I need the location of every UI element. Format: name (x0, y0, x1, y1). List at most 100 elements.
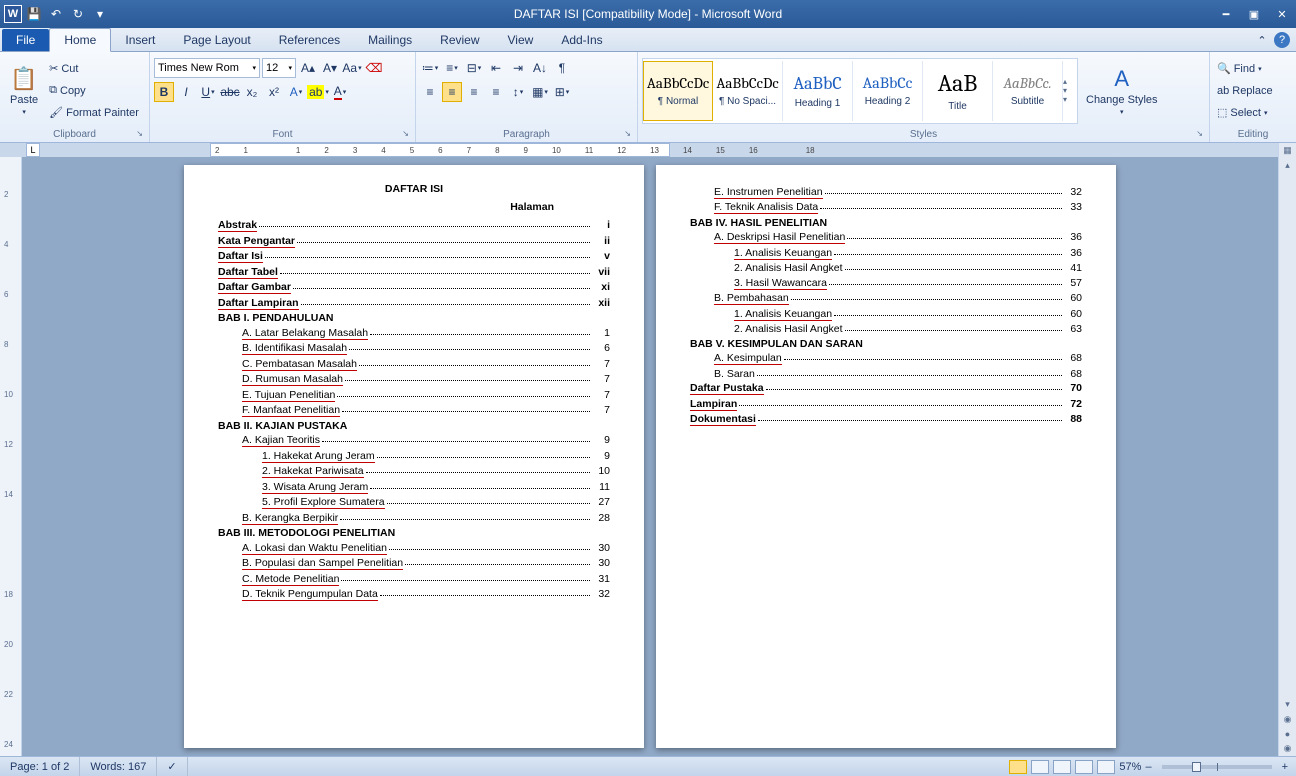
underline-button[interactable]: U▾ (198, 82, 218, 102)
tab-selector[interactable]: L (26, 143, 40, 157)
toc-row[interactable]: 1. Hakekat Arung Jeram9 (218, 450, 610, 463)
scroll-down-icon[interactable]: ▾ (1285, 697, 1290, 712)
tab-mailings[interactable]: Mailings (354, 29, 426, 51)
highlight-button[interactable]: ab▾ (308, 82, 328, 102)
toc-row[interactable]: Lampiran72 (690, 398, 1082, 411)
grow-font-button[interactable]: A▴ (298, 58, 318, 78)
document-area[interactable]: DAFTAR ISI Halaman AbstrakiKata Penganta… (22, 157, 1278, 756)
save-icon[interactable]: 💾 (24, 4, 44, 24)
browse-object-icon[interactable]: ● (1285, 727, 1290, 741)
toc-row[interactable]: A. Latar Belakang Masalah1 (218, 327, 610, 340)
clear-format-button[interactable]: ⌫ (364, 58, 384, 78)
toc-row[interactable]: B. Populasi dan Sampel Penelitian30 (218, 557, 610, 570)
italic-button[interactable]: I (176, 82, 196, 102)
copy-button[interactable]: ⧉Copy (46, 81, 142, 101)
toc-row[interactable]: BAB III. METODOLOGI PENELITIAN (218, 527, 610, 539)
paste-button[interactable]: 📋Paste▾ (4, 64, 44, 118)
toc-row[interactable]: 5. Profil Explore Sumatera27 (218, 496, 610, 509)
format-painter-button[interactable]: 🖌Format Painter (46, 103, 142, 123)
styles-more-icon[interactable]: ▾ (1063, 95, 1077, 104)
bold-button[interactable]: B (154, 82, 174, 102)
toc-row[interactable]: C. Pembatasan Masalah7 (218, 358, 610, 371)
styles-dialog-icon[interactable]: ↘ (1196, 129, 1203, 138)
zoom-level[interactable]: 57% (1119, 761, 1141, 773)
line-spacing-button[interactable]: ↕▾ (508, 82, 528, 102)
toc-row[interactable]: B. Kerangka Berpikir28 (218, 512, 610, 525)
sort-button[interactable]: A↓ (530, 58, 550, 78)
find-button[interactable]: 🔍Find▾ (1214, 59, 1276, 79)
toc-row[interactable]: Dokumentasi88 (690, 413, 1082, 426)
toc-row[interactable]: B. Pembahasan60 (690, 292, 1082, 305)
font-name-input[interactable]: Times New Rom▾ (154, 58, 260, 78)
vertical-ruler[interactable]: 246810121418202224 (0, 157, 22, 756)
decrease-indent-button[interactable]: ⇤ (486, 58, 506, 78)
align-left-button[interactable]: ≡ (420, 82, 440, 102)
align-right-button[interactable]: ≡ (464, 82, 484, 102)
print-layout-view[interactable] (1009, 760, 1027, 774)
style-no-spacing[interactable]: AaBbCcDc¶ No Spaci... (713, 61, 783, 121)
clipboard-dialog-icon[interactable]: ↘ (136, 129, 143, 138)
font-dialog-icon[interactable]: ↘ (402, 129, 409, 138)
page-1[interactable]: DAFTAR ISI Halaman AbstrakiKata Penganta… (184, 165, 644, 748)
toc-row[interactable]: B. Identifikasi Masalah6 (218, 342, 610, 355)
show-marks-button[interactable]: ¶ (552, 58, 572, 78)
toc-row[interactable]: A. Kesimpulan68 (690, 352, 1082, 365)
page-2[interactable]: E. Instrumen Penelitian32F. Teknik Anali… (656, 165, 1116, 748)
status-words[interactable]: Words: 167 (80, 757, 157, 776)
undo-icon[interactable]: ↶ (46, 4, 66, 24)
toc-row[interactable]: F. Manfaat Penelitian7 (218, 404, 610, 417)
font-size-input[interactable]: 12▾ (262, 58, 296, 78)
full-screen-view[interactable] (1031, 760, 1049, 774)
next-page-icon[interactable]: ◉ (1284, 741, 1292, 756)
zoom-out-button[interactable]: – (1145, 761, 1151, 773)
toc-row[interactable]: 1. Analisis Keuangan36 (690, 247, 1082, 260)
style-heading2[interactable]: AaBbCcHeading 2 (853, 61, 923, 121)
toc-row[interactable]: Daftar Lampiranxii (218, 297, 610, 310)
tab-file[interactable]: File (2, 29, 49, 51)
prev-page-icon[interactable]: ◉ (1284, 712, 1292, 727)
cut-button[interactable]: ✂Cut (46, 59, 142, 79)
draft-view[interactable] (1097, 760, 1115, 774)
align-center-button[interactable]: ≡ (442, 82, 462, 102)
horizontal-ruler[interactable]: L 211234567891011121314151618 (0, 143, 1296, 157)
select-button[interactable]: ⬚Select▾ (1214, 103, 1276, 123)
change-case-button[interactable]: Aa▾ (342, 58, 362, 78)
outline-view[interactable] (1075, 760, 1093, 774)
qat-more-icon[interactable]: ▾ (90, 4, 110, 24)
paragraph-dialog-icon[interactable]: ↘ (624, 129, 631, 138)
redo-icon[interactable]: ↻ (68, 4, 88, 24)
ruler-toggle-icon[interactable]: ▦ (1283, 143, 1292, 158)
replace-button[interactable]: abReplace (1214, 81, 1276, 101)
toc-row[interactable]: BAB IV. HASIL PENELITIAN (690, 217, 1082, 229)
toc-row[interactable]: D. Rumusan Masalah7 (218, 373, 610, 386)
multilevel-button[interactable]: ⊟▾ (464, 58, 484, 78)
superscript-button[interactable]: x² (264, 82, 284, 102)
toc-row[interactable]: BAB V. KESIMPULAN DAN SARAN (690, 338, 1082, 350)
web-layout-view[interactable] (1053, 760, 1071, 774)
change-styles-button[interactable]: AChange Styles▾ (1080, 64, 1164, 118)
tab-page-layout[interactable]: Page Layout (169, 29, 264, 51)
tab-home[interactable]: Home (49, 28, 111, 52)
toc-row[interactable]: Daftar Gambarxi (218, 281, 610, 294)
subscript-button[interactable]: x₂ (242, 82, 262, 102)
numbering-button[interactable]: ≡▾ (442, 58, 462, 78)
style-subtitle[interactable]: AaBbCc.Subtitle (993, 61, 1063, 121)
toc-row[interactable]: E. Tujuan Penelitian7 (218, 389, 610, 402)
toc-row[interactable]: Daftar Isiv (218, 250, 610, 263)
styles-up-icon[interactable]: ▴ (1063, 77, 1077, 86)
text-effects-button[interactable]: A▾ (286, 82, 306, 102)
toc-row[interactable]: B. Saran68 (690, 368, 1082, 380)
toc-row[interactable]: Daftar Tabelvii (218, 266, 610, 279)
help-icon[interactable]: ? (1274, 32, 1290, 48)
justify-button[interactable]: ≡ (486, 82, 506, 102)
scroll-up-icon[interactable]: ▴ (1285, 158, 1290, 173)
increase-indent-button[interactable]: ⇥ (508, 58, 528, 78)
tab-view[interactable]: View (494, 29, 548, 51)
word-icon[interactable]: W (4, 5, 22, 23)
zoom-slider[interactable] (1162, 765, 1272, 769)
minimize-button[interactable]: ━ (1212, 4, 1240, 24)
vertical-scrollbar[interactable]: ▦ ▴ ▾ ◉ ● ◉ (1278, 143, 1296, 756)
tab-references[interactable]: References (265, 29, 354, 51)
borders-button[interactable]: ⊞▾ (552, 82, 572, 102)
status-page[interactable]: Page: 1 of 2 (0, 757, 80, 776)
